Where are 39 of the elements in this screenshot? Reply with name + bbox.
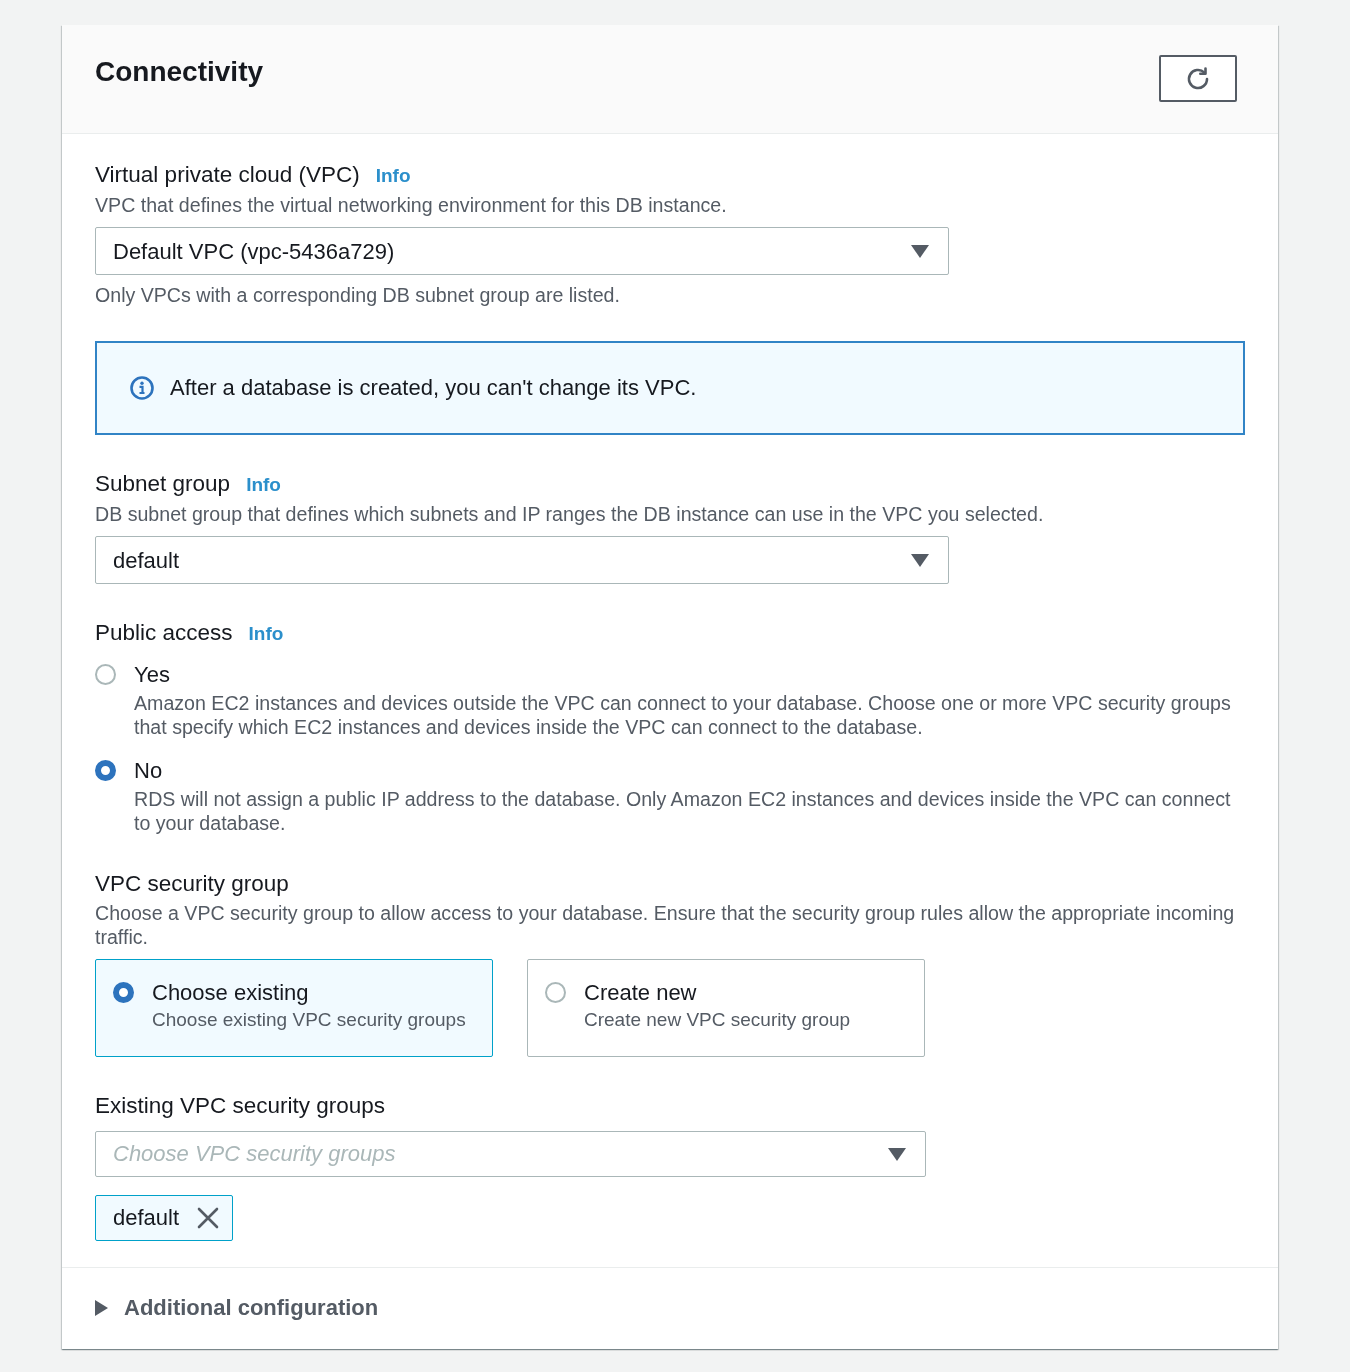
option-description: RDS will not assign a public IP address to the database. Only Amazon EC2 instances and devices inside the VPC can connect to your database. [134,787,1232,835]
field-label: Existing VPC security groups [95,1094,386,1118]
expander-toggle[interactable]: Additional configuration [95,1294,379,1322]
close-icon[interactable] [197,1207,220,1229]
multiselect-field[interactable]: Choose VPC security groups [95,1131,926,1177]
field-label: VPC security group [95,872,289,896]
caret-icon [911,553,929,567]
refresh-button[interactable] [1159,55,1237,102]
select-field[interactable]: default [95,536,949,584]
field-label: Virtual private cloud (VPC) [95,163,360,187]
option-tile[interactable]: Create new Create new VPC security group [527,959,925,1057]
option-description: Amazon EC2 instances and devices outside the VPC can connect to your database. Choose one or more VPC security groups that specify which EC2 instances and devices inside the VPC can connect to the database. [134,691,1232,739]
info-link[interactable]: Info [375,164,411,188]
caret-icon [888,1148,906,1161]
option-label: Create new [584,981,698,1005]
info-link[interactable]: Info [246,473,281,497]
option-description: Create new VPC security group [584,1008,851,1032]
option-description: Choose existing VPC security groups [152,1008,466,1032]
option-tile[interactable]: Choose existing Choose existing VPC security groups [95,959,493,1057]
token-label: default [113,1206,180,1230]
field-hint: Only VPCs with a corresponding DB subnet group are listed. [95,283,621,307]
field-label: Public access [95,621,233,645]
field-description: VPC that defines the virtual networking environment for this DB instance. [95,193,728,217]
option-label[interactable]: Yes [134,663,1245,687]
radio-button[interactable] [545,982,566,1003]
field-description: Choose a VPC security group to allow access to your database. Ensure that the security group rules allow the appropriate incoming traffic. [95,901,1236,949]
radio-button[interactable] [113,982,134,1003]
option-label[interactable]: No [134,759,1245,783]
panel-title: Connectivity [95,55,264,89]
option-label: Choose existing [152,981,310,1005]
caret-icon [911,244,929,258]
field-label: Subnet group [95,472,231,496]
radio-button[interactable] [95,664,116,685]
radio-button[interactable] [95,760,116,781]
alert-text: After a database is created, you can't change its VPC. [170,375,697,401]
info-link[interactable]: Info [248,622,284,646]
info-icon [129,375,155,401]
select-field[interactable]: Default VPC (vpc-5436a729) [95,227,949,275]
field-description: DB subnet group that defines which subnets and IP ranges the DB instance can use in the VPC you selected. [95,502,1045,526]
